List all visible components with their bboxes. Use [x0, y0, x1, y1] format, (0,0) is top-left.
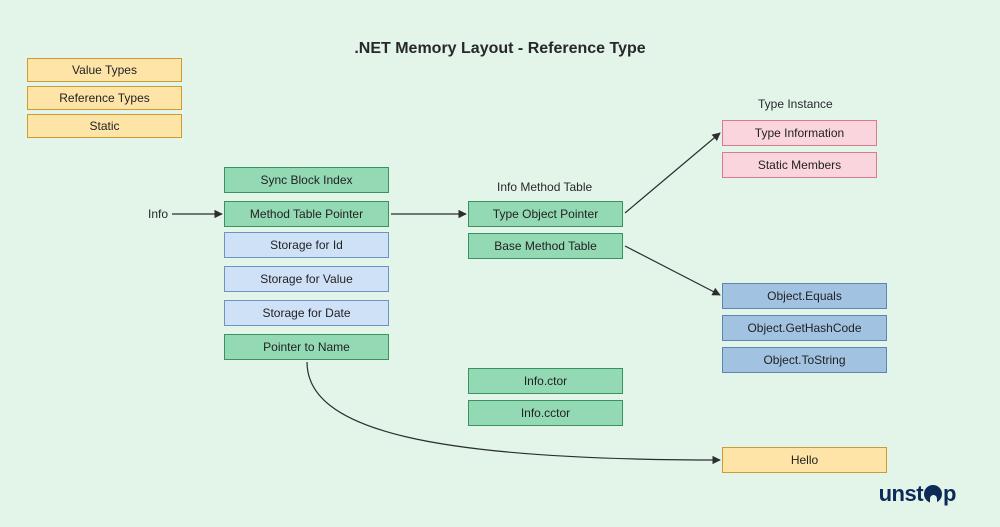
info-label: Info: [148, 207, 168, 221]
info-cctor: Info.cctor: [468, 400, 623, 426]
type-object-pointer: Type Object Pointer: [468, 201, 623, 227]
storage-id: Storage for Id: [224, 232, 389, 258]
diagram-title: .NET Memory Layout - Reference Type: [354, 40, 645, 58]
static-members: Static Members: [722, 152, 877, 178]
object-gethashcode: Object.GetHashCode: [722, 315, 887, 341]
sync-block-index: Sync Block Index: [224, 167, 389, 193]
legend-static: Static: [27, 114, 182, 138]
info-ctor: Info.ctor: [468, 368, 623, 394]
logo-text-2: p: [943, 481, 956, 506]
object-tostring: Object.ToString: [722, 347, 887, 373]
logo-text-1: unst: [879, 481, 923, 506]
base-method-table: Base Method Table: [468, 233, 623, 259]
type-information: Type Information: [722, 120, 877, 146]
logo-orb-icon: [924, 485, 942, 503]
method-table-pointer: Method Table Pointer: [224, 201, 389, 227]
pointer-to-name: Pointer to Name: [224, 334, 389, 360]
object-equals: Object.Equals: [722, 283, 887, 309]
hello-box: Hello: [722, 447, 887, 473]
unstop-logo: unstp: [879, 481, 956, 507]
legend-value-types: Value Types: [27, 58, 182, 82]
method-table-heading: Info Method Table: [497, 180, 592, 194]
storage-value: Storage for Value: [224, 266, 389, 292]
type-instance-heading: Type Instance: [758, 97, 833, 111]
storage-date: Storage for Date: [224, 300, 389, 326]
legend-reference-types: Reference Types: [27, 86, 182, 110]
